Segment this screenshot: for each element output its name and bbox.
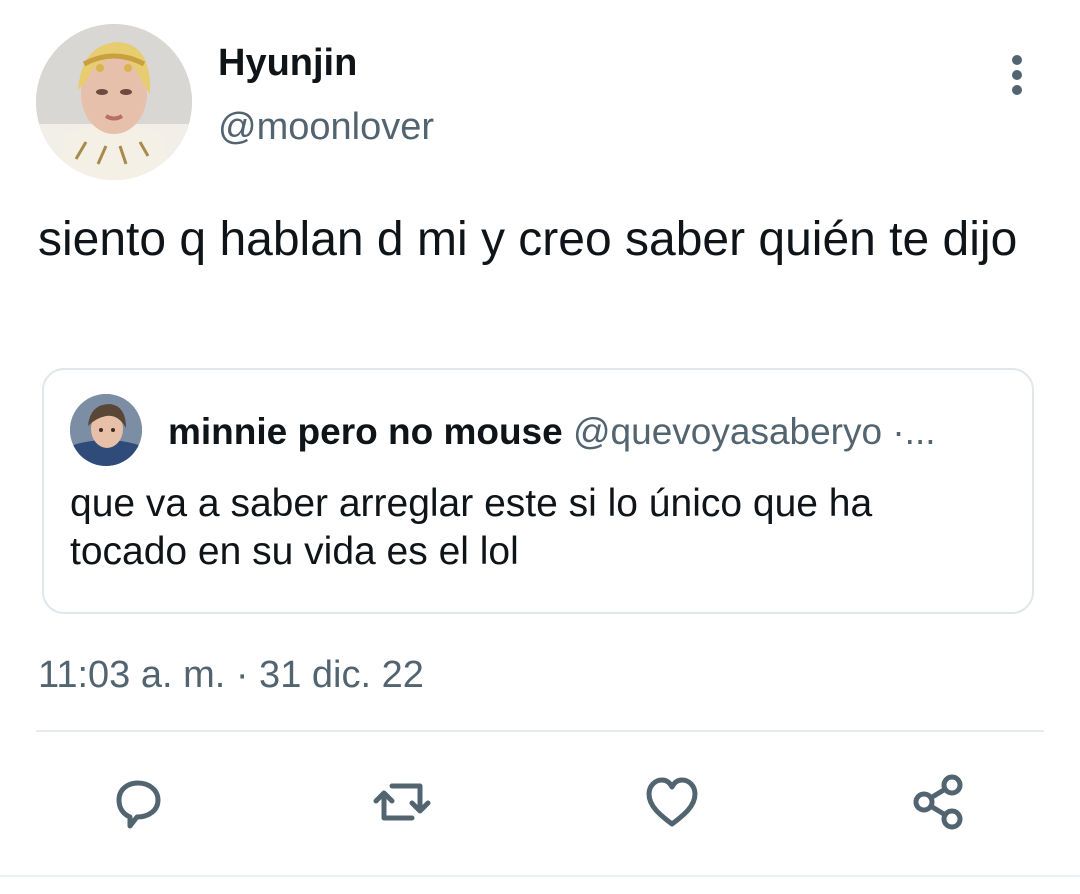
retweet-icon [373,783,431,821]
quoted-tweet-card[interactable]: minnie pero no mouse @quevoyasaberyo ·..… [42,368,1034,614]
tweet-text: siento q hablan d mi y creo saber quién … [38,213,1018,266]
more-options-button[interactable] [994,50,1040,100]
like-button[interactable] [640,770,704,834]
quoted-author-name: minnie pero no mouse [168,411,563,452]
author-avatar[interactable] [36,24,192,180]
quoted-tweet-header: minnie pero no mouse @quevoyasaberyo ·..… [168,410,936,454]
reply-icon [116,780,161,829]
reply-button[interactable] [106,770,170,834]
quoted-author-avatar[interactable] [70,394,142,466]
quoted-author-handle: @quevoyasaberyo ·... [573,411,936,452]
author-handle[interactable]: @moonlover [218,104,434,150]
tweet-timestamp[interactable]: 11:03 a. m. · 31 dic. 22 [38,652,424,698]
share-button[interactable] [906,770,970,834]
more-vertical-icon [1012,55,1022,95]
actions-divider [36,730,1044,732]
quoted-tweet-text: que va a saber arreglar este si lo único… [70,482,873,573]
heart-icon [646,777,698,827]
bottom-border [0,875,1080,877]
author-name[interactable]: Hyunjin [218,40,357,86]
retweet-button[interactable] [370,770,434,834]
share-icon [913,774,963,830]
